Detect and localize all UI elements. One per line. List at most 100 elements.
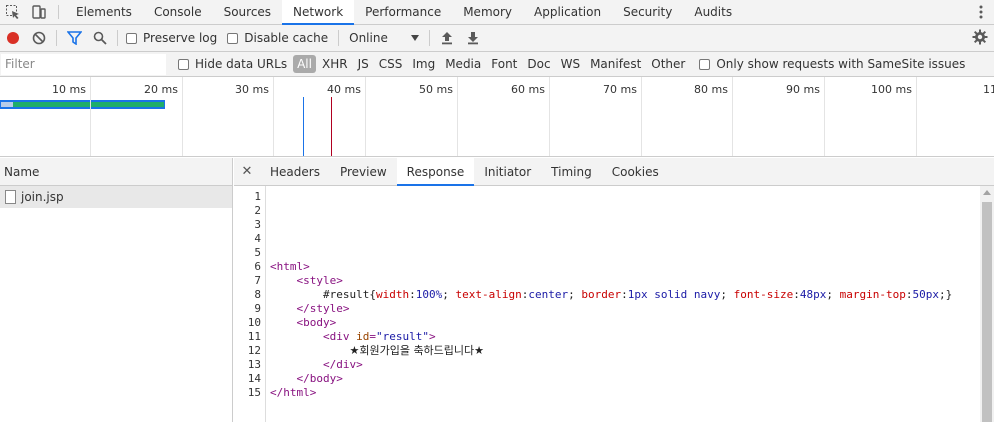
throttling-select[interactable]: Online xyxy=(343,31,425,45)
request-bar-waiting xyxy=(1,102,13,107)
checkbox-box[interactable] xyxy=(227,32,239,44)
response-message: ★회원가입을 축하드립니다★ xyxy=(349,344,485,357)
request-row[interactable]: join.jsp xyxy=(0,186,232,208)
css-value: 1px solid navy xyxy=(627,288,721,301)
clear-button[interactable] xyxy=(26,25,52,51)
timeline-tick-label: 50 ms xyxy=(419,83,453,96)
type-filter-js[interactable]: JS xyxy=(354,55,373,73)
type-filter-img[interactable]: Img xyxy=(408,55,439,73)
line-number: 4 xyxy=(254,232,261,245)
filter-input[interactable] xyxy=(1,53,166,75)
timeline-tick-label: 110 xyxy=(983,83,994,96)
timeline-grid-line xyxy=(273,77,274,156)
checkbox-box[interactable] xyxy=(178,58,189,70)
search-button[interactable] xyxy=(87,25,113,51)
type-filter-xhr[interactable]: XHR xyxy=(318,55,352,73)
line-number-gutter: 1 2 3 4 5 6 7 8 9 10 11 12 13 14 15 xyxy=(234,186,266,422)
record-button[interactable] xyxy=(0,25,26,51)
samesite-issues-checkbox[interactable]: Only show requests with SameSite issues xyxy=(699,57,965,71)
line-number: 15 xyxy=(247,386,261,399)
filter-button[interactable] xyxy=(61,25,87,51)
type-filter-doc[interactable]: Doc xyxy=(523,55,554,73)
css-value: center xyxy=(528,288,569,301)
preserve-log-checkbox[interactable]: Preserve log xyxy=(126,31,217,45)
type-filter-ws[interactable]: WS xyxy=(557,55,584,73)
request-details: ✕ Headers Preview Response Initiator Timing C… xyxy=(234,158,994,422)
toolbar-separator xyxy=(429,30,431,46)
tab-console[interactable]: Console xyxy=(143,0,213,24)
checkbox-box[interactable] xyxy=(699,58,711,70)
line-number: 11 xyxy=(247,330,261,343)
device-toolbar-icon[interactable] xyxy=(26,0,52,24)
detail-tab-headers[interactable]: Headers xyxy=(260,158,330,185)
css-property: width xyxy=(375,288,410,301)
settings-button[interactable] xyxy=(972,29,988,48)
tab-network[interactable]: Network xyxy=(282,0,355,25)
search-icon xyxy=(93,31,107,45)
timeline-tick-label: 60 ms xyxy=(511,83,545,96)
toolbar-separator xyxy=(338,30,340,46)
scroll-up-arrow-icon[interactable] xyxy=(983,190,991,195)
type-filter-font[interactable]: Font xyxy=(487,55,521,73)
detail-tab-timing[interactable]: Timing xyxy=(541,158,602,185)
type-filter-manifest[interactable]: Manifest xyxy=(586,55,645,73)
tab-performance[interactable]: Performance xyxy=(354,0,452,24)
scrollbar-thumb[interactable] xyxy=(982,202,992,422)
timeline-tick-label: 30 ms xyxy=(235,83,269,96)
hide-data-urls-checkbox[interactable]: Hide data URLs xyxy=(178,57,287,71)
detail-tab-preview[interactable]: Preview xyxy=(330,158,397,185)
tab-separator xyxy=(58,5,59,19)
type-filter-css[interactable]: CSS xyxy=(375,55,407,73)
line-number: 9 xyxy=(254,302,261,315)
record-icon xyxy=(7,32,19,44)
timeline-grid-line xyxy=(90,77,91,156)
timeline-grid-line xyxy=(182,77,183,156)
css-property: text-align xyxy=(455,288,522,301)
code-line-8: #result{width:100%; text-align:center; b… xyxy=(322,288,953,301)
type-filter-other[interactable]: Other xyxy=(647,55,689,73)
response-code[interactable]: <html> <style> #result{width:100%; text-… xyxy=(266,186,952,422)
request-bar-download xyxy=(1,102,164,107)
response-viewer[interactable]: 1 2 3 4 5 6 7 8 9 10 11 12 13 14 15 <html> <style> #re… xyxy=(234,186,980,422)
disable-cache-checkbox[interactable]: Disable cache xyxy=(227,31,328,45)
detail-tab-response[interactable]: Response xyxy=(396,158,475,186)
close-details-icon[interactable]: ✕ xyxy=(234,158,260,185)
tab-elements[interactable]: Elements xyxy=(65,0,143,24)
network-overview-timeline[interactable]: 10 ms 20 ms 30 ms 40 ms 50 ms 60 ms 70 ms 80 ms… xyxy=(0,77,994,157)
type-filter-all[interactable]: All xyxy=(293,55,316,73)
tab-security[interactable]: Security xyxy=(612,0,683,24)
import-har-button[interactable] xyxy=(434,25,460,51)
line-number: 6 xyxy=(254,260,261,273)
more-options-icon[interactable] xyxy=(974,4,988,20)
name-column-header[interactable]: Name xyxy=(0,158,232,186)
line-number: 2 xyxy=(254,204,261,217)
toolbar-separator xyxy=(117,30,118,46)
preserve-log-label: Preserve log xyxy=(143,31,218,45)
tab-application[interactable]: Application xyxy=(523,0,612,24)
samesite-issues-label: Only show requests with SameSite issues xyxy=(716,57,966,71)
detail-tabs: ✕ Headers Preview Response Initiator Timing C… xyxy=(234,158,994,186)
line-number: 5 xyxy=(254,246,261,259)
detail-tab-cookies[interactable]: Cookies xyxy=(602,158,669,185)
resource-type-filters: All XHR JS CSS Img Media Font Doc WS Manifest Othe… xyxy=(293,55,691,73)
checkbox-box[interactable] xyxy=(126,32,137,44)
export-har-button[interactable] xyxy=(460,25,486,51)
load-event-line xyxy=(331,97,332,156)
vertical-scrollbar[interactable] xyxy=(980,186,994,422)
timeline-grid-line xyxy=(549,77,550,156)
type-filter-media[interactable]: Media xyxy=(441,55,485,73)
tab-sources[interactable]: Sources xyxy=(213,0,282,24)
timeline-tick-label: 100 ms xyxy=(871,83,912,96)
css-selector: #result xyxy=(322,288,370,301)
gear-icon xyxy=(972,29,988,45)
line-number: 13 xyxy=(247,358,261,371)
detail-tab-initiator[interactable]: Initiator xyxy=(474,158,541,185)
code-line-9: </style> xyxy=(296,302,350,315)
inspect-element-icon[interactable] xyxy=(0,0,26,24)
tab-memory[interactable]: Memory xyxy=(452,0,523,24)
timeline-grid-line xyxy=(916,77,917,156)
tab-audits[interactable]: Audits xyxy=(683,0,743,24)
